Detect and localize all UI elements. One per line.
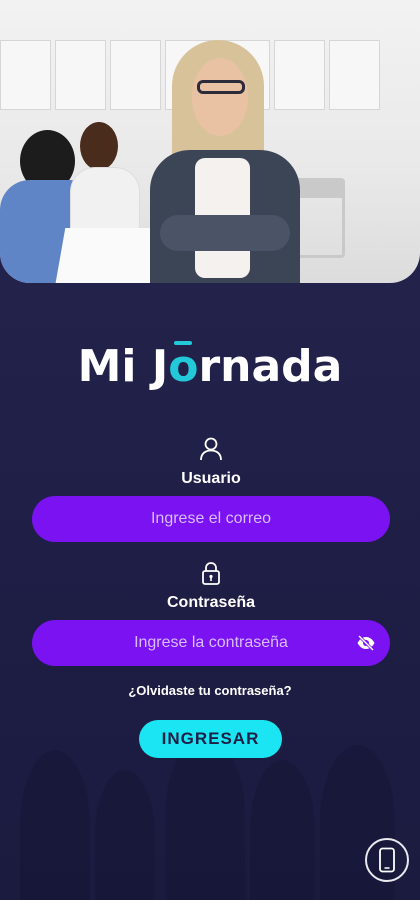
device-button[interactable] (365, 838, 409, 882)
hero-photo (0, 0, 420, 283)
login-screen: Mi Jornada Usuario Contraseña (0, 0, 420, 900)
app-logo: Mi Jornada (0, 337, 420, 397)
phone-icon (379, 847, 395, 873)
email-field[interactable] (32, 496, 390, 542)
user-label: Usuario (181, 470, 241, 487)
person-sitting-middle (70, 122, 140, 237)
chair (295, 178, 345, 258)
forgot-password-link[interactable]: ¿Olvidaste tu contraseña? (0, 683, 420, 698)
password-field-block: Contraseña (32, 560, 390, 666)
user-icon (200, 437, 222, 461)
password-input[interactable] (32, 620, 390, 666)
lock-icon (202, 562, 220, 585)
user-field-block: Usuario (32, 436, 390, 542)
woman-standing (150, 40, 300, 283)
password-label: Contraseña (166, 594, 256, 611)
logo-text-end: rnada (198, 341, 343, 392)
login-button[interactable]: INGRESAR (139, 720, 282, 758)
logo-o-mark: o (168, 337, 198, 397)
password-field[interactable] (32, 620, 390, 666)
logo-text-start: Mi J (77, 341, 169, 392)
eye-hidden-icon[interactable] (356, 633, 376, 653)
email-input[interactable] (32, 496, 390, 542)
